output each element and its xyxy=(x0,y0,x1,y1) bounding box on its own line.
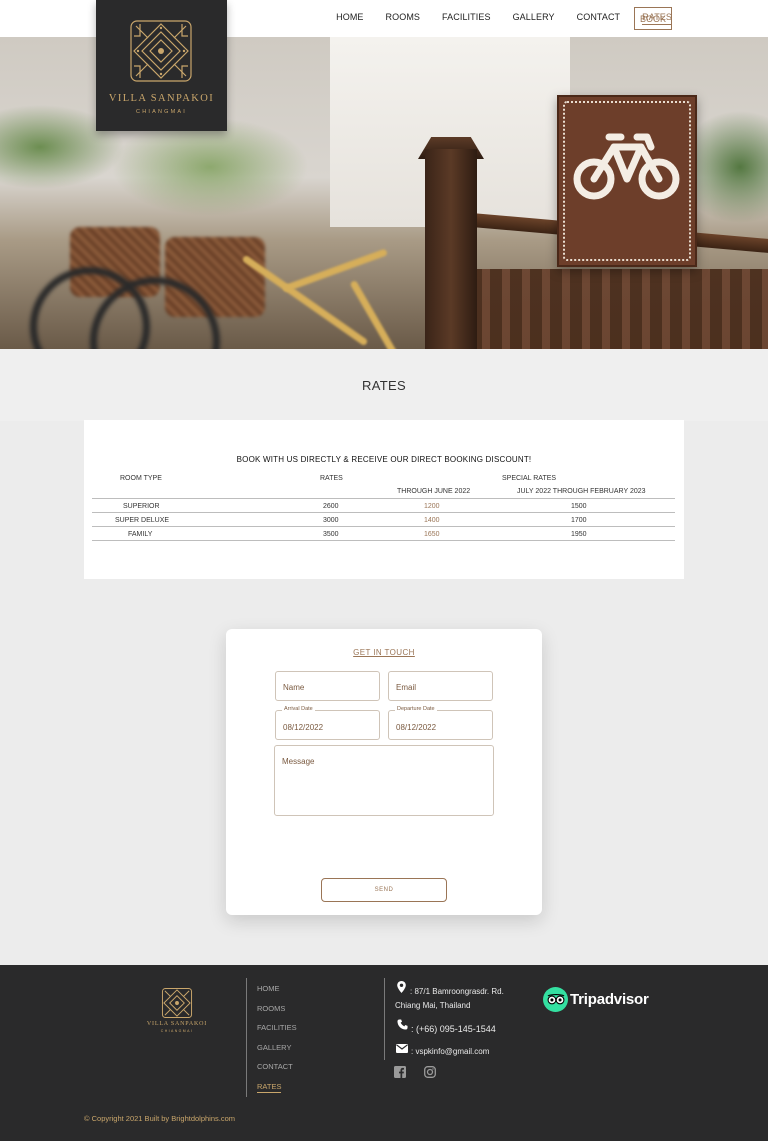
departure-date-value: 08/12/2022 xyxy=(396,723,437,732)
tripadvisor-owl-icon xyxy=(543,986,568,1012)
cell-special-june: 1400 xyxy=(424,517,440,524)
logo-title: VILLA SANPAKOI xyxy=(108,93,215,104)
nav-gallery[interactable]: GALLERY xyxy=(513,12,555,25)
email-address[interactable]: : vspkinfo@gmail.com xyxy=(411,1047,489,1056)
table-rule xyxy=(92,498,675,499)
cell-special-julfeb: 1950 xyxy=(571,531,587,538)
contact-form: GET IN TOUCH Name Email Arrival Date 08/… xyxy=(226,629,542,915)
arrival-date-label: Arrival Date xyxy=(282,706,315,712)
cell-room-type: FAMILY xyxy=(128,531,153,538)
cell-special-julfeb: 1500 xyxy=(571,503,587,510)
facebook-icon[interactable] xyxy=(394,1066,406,1078)
logo-subtitle: CHIANGMAI xyxy=(136,109,187,115)
email-field[interactable]: Email xyxy=(388,671,493,701)
rates-promo-title: BOOK WITH US DIRECTLY & RECEIVE OUR DIRE… xyxy=(236,455,532,464)
tripadvisor-link[interactable]: Tripadvisor xyxy=(543,986,649,1012)
cell-special-julfeb: 1700 xyxy=(571,517,587,524)
copyright-text[interactable]: © Copyright 2021 Built by Brightdolphins… xyxy=(84,1114,235,1123)
email-placeholder: Email xyxy=(396,683,417,692)
message-field[interactable]: Message xyxy=(274,745,494,816)
footer-link-home[interactable]: HOME xyxy=(257,984,280,993)
send-button[interactable]: SEND xyxy=(321,878,447,902)
bicycle-icon xyxy=(573,133,680,200)
departure-date-field[interactable]: Departure Date 08/12/2022 xyxy=(388,706,493,740)
message-placeholder: Message xyxy=(282,757,315,766)
footer-logo-icon[interactable] xyxy=(161,987,193,1019)
header-rates: RATES xyxy=(320,475,343,482)
footer-divider xyxy=(246,978,247,1097)
fence-post xyxy=(425,149,477,349)
nav-rooms[interactable]: ROOMS xyxy=(386,12,421,25)
book-button[interactable]: BOOK xyxy=(634,7,672,30)
address-line-1: : 87/1 Bamroongrasdr. Rd. xyxy=(410,987,504,996)
address-line-2: Chiang Mai, Thailand xyxy=(395,1001,471,1010)
phone-icon xyxy=(397,1019,408,1030)
table-rule xyxy=(92,512,675,513)
table-rule xyxy=(92,540,675,541)
name-placeholder: Name xyxy=(283,683,305,692)
tripadvisor-wordmark: Tripadvisor xyxy=(570,990,649,1008)
departure-date-label: Departure Date xyxy=(395,706,437,712)
header-july-feb: JULY 2022 THROUGH FEBRUARY 2023 xyxy=(517,488,646,495)
site-logo[interactable]: VILLA SANPAKOI CHIANGMAI xyxy=(96,0,227,131)
villa-logo-icon xyxy=(130,20,192,82)
header-through-june: THROUGH JUNE 2022 xyxy=(397,488,471,495)
footer-link-gallery[interactable]: GALLERY xyxy=(257,1043,291,1052)
phone-number[interactable]: : (+66) 095-145-1544 xyxy=(411,1024,496,1034)
mail-icon xyxy=(396,1044,408,1053)
rates-table-card: BOOK WITH US DIRECTLY & RECEIVE OUR DIRE… xyxy=(84,420,684,579)
location-pin-icon xyxy=(397,981,406,993)
header-room-type: ROOM TYPE xyxy=(120,475,162,482)
footer-logo-title: VILLA SANPAKOI xyxy=(146,1021,208,1027)
instagram-icon[interactable] xyxy=(424,1066,436,1078)
footer-link-facilities[interactable]: FACILITIES xyxy=(257,1023,297,1032)
arrival-date-field[interactable]: Arrival Date 08/12/2022 xyxy=(275,706,380,740)
bicycle-sign xyxy=(557,95,697,267)
fence-slats xyxy=(450,269,768,349)
cell-room-type: SUPER DELUXE xyxy=(115,517,170,524)
cell-rate: 3000 xyxy=(323,517,339,524)
footer-link-rates[interactable]: RATES xyxy=(257,1082,282,1093)
nav-links: HOME ROOMS FACILITIES GALLERY CONTACT RA… xyxy=(314,12,672,25)
footer: VILLA SANPAKOI CHIANGMAI HOME ROOMS FACI… xyxy=(0,965,768,1141)
name-field[interactable]: Name xyxy=(275,671,380,701)
footer-logo-subtitle: CHIANGMAI xyxy=(160,1029,194,1033)
footer-divider xyxy=(384,978,385,1060)
cell-rate: 2600 xyxy=(323,503,339,510)
nav-home[interactable]: HOME xyxy=(336,12,363,25)
footer-link-contact[interactable]: CONTACT xyxy=(257,1062,293,1071)
page-title: RATES xyxy=(362,378,406,393)
footer-link-rooms[interactable]: ROOMS xyxy=(257,1004,285,1013)
arrival-date-value: 08/12/2022 xyxy=(283,723,324,732)
cell-special-june: 1200 xyxy=(424,503,440,510)
cell-room-type: SUPERIOR xyxy=(123,503,160,510)
form-title-link[interactable]: GET IN TOUCH xyxy=(226,648,542,657)
cell-special-june: 1650 xyxy=(424,531,440,538)
header-special-rates: SPECIAL RATES xyxy=(502,475,557,482)
cell-rate: 3500 xyxy=(323,531,339,538)
table-rule xyxy=(92,526,675,527)
nav-contact[interactable]: CONTACT xyxy=(577,12,621,25)
bike-frame xyxy=(282,248,388,293)
nav-facilities[interactable]: FACILITIES xyxy=(442,12,491,25)
